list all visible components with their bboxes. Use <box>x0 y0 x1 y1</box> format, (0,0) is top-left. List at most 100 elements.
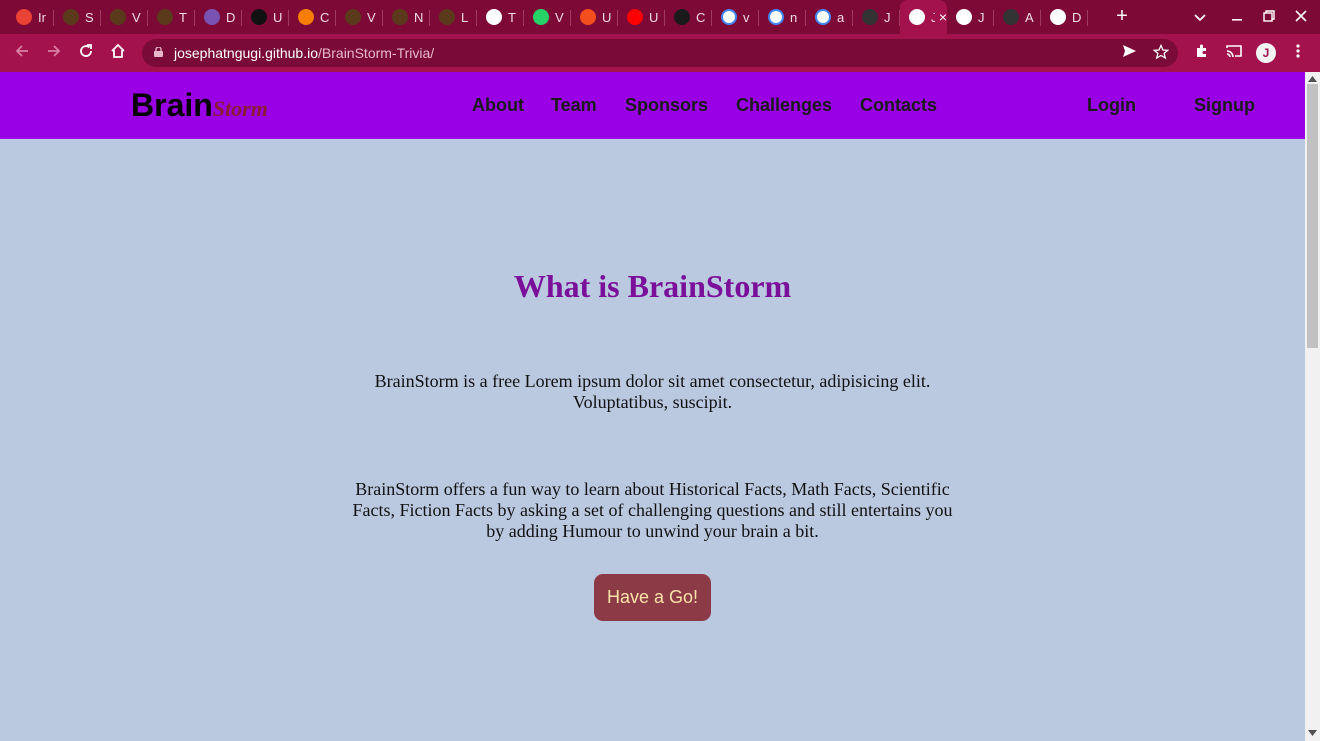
tab-title: J <box>978 9 985 25</box>
tab-title: T <box>179 9 187 25</box>
nav-challenges[interactable]: Challenges <box>736 95 832 116</box>
site-logo[interactable]: BrainStorm <box>131 87 268 124</box>
tab-title: C <box>320 9 330 25</box>
browser-tab[interactable]: V <box>336 2 383 32</box>
browser-tab[interactable]: U <box>571 2 618 32</box>
google-icon <box>721 9 737 25</box>
forward-icon[interactable] <box>43 42 65 64</box>
logo-accent-text: Storm <box>212 96 268 121</box>
nav-about[interactable]: About <box>472 95 524 116</box>
browser-tab[interactable]: D <box>1041 2 1088 32</box>
menu-kebab-icon[interactable] <box>1288 43 1308 63</box>
tab-search-icon[interactable] <box>1188 6 1212 28</box>
browser-tab[interactable]: C <box>665 2 712 32</box>
browser-tab[interactable]: U <box>242 2 289 32</box>
browser-tab[interactable]: T <box>477 2 524 32</box>
figma-icon <box>580 9 596 25</box>
tab-title: U <box>602 9 612 25</box>
browser-tab[interactable]: J × <box>900 0 947 34</box>
plant-icon <box>157 9 173 25</box>
tab-title: J <box>884 9 891 25</box>
browser-tab[interactable]: D <box>195 2 242 32</box>
browser-tab[interactable]: N <box>383 2 430 32</box>
browser-tab[interactable]: v <box>712 2 759 32</box>
browser-tab[interactable]: J <box>853 2 900 32</box>
browser-tab[interactable]: J <box>947 2 994 32</box>
browser-tab[interactable]: V <box>101 2 148 32</box>
cast-icon[interactable] <box>1224 43 1244 63</box>
tab-title: V <box>367 9 376 25</box>
page-scrollbar[interactable] <box>1305 72 1320 741</box>
have-a-go-button[interactable]: Have a Go! <box>594 574 711 621</box>
intro-paragraph: BrainStorm is a free Lorem ipsum dolor s… <box>374 371 931 412</box>
address-bar[interactable]: josephatngugi.github.io/BrainStorm-Trivi… <box>142 39 1178 67</box>
plant-icon <box>63 9 79 25</box>
browser-tab[interactable]: U <box>618 2 665 32</box>
gmail-icon <box>16 9 32 25</box>
browser-tab[interactable]: T <box>148 2 195 32</box>
globe-icon <box>956 9 972 25</box>
browser-tab[interactable]: n <box>759 2 806 32</box>
restore-icon[interactable] <box>1257 6 1281 28</box>
wordpress-icon <box>674 9 690 25</box>
minimize-icon[interactable] <box>1225 6 1249 28</box>
reload-icon[interactable] <box>75 42 97 64</box>
browser-tab[interactable]: Ir <box>7 2 54 32</box>
tab-title: v <box>743 9 750 25</box>
back-icon[interactable] <box>11 42 33 64</box>
tab-title: T <box>508 9 516 25</box>
nav-contacts[interactable]: Contacts <box>860 95 937 116</box>
hero-title: What is BrainStorm <box>513 268 792 304</box>
browser-tab[interactable]: S <box>54 2 101 32</box>
tab-title: S <box>85 9 94 25</box>
home-icon[interactable] <box>107 42 129 64</box>
tab-title: D <box>226 9 236 25</box>
close-window-icon[interactable] <box>1289 6 1313 28</box>
url-text: josephatngugi.github.io/BrainStorm-Trivi… <box>174 45 435 61</box>
tab-title: n <box>790 9 798 25</box>
tab-title: C <box>696 9 706 25</box>
browser-tab[interactable]: V <box>524 2 571 32</box>
browser-tab[interactable]: L <box>430 2 477 32</box>
send-icon[interactable] <box>1120 44 1138 62</box>
codepen-icon <box>251 9 267 25</box>
tab-title: V <box>555 9 564 25</box>
nav-sponsors[interactable]: Sponsors <box>625 95 708 116</box>
scrollbar-thumb[interactable] <box>1307 84 1318 348</box>
tab-close-icon[interactable]: × <box>939 9 947 25</box>
tab-title: A <box>1025 9 1034 25</box>
tab-title: N <box>414 9 424 25</box>
tab-title: D <box>1072 9 1082 25</box>
browser-tab[interactable]: a <box>806 2 853 32</box>
browser-tabstrip: + Ir S V T D U C V N L T V U U Cv n a J J × J A D <box>0 0 1320 34</box>
globe-icon <box>1050 9 1066 25</box>
tab-title: J <box>931 9 935 25</box>
plant-icon <box>439 9 455 25</box>
lock-icon <box>154 47 163 57</box>
tab-title: U <box>649 9 659 25</box>
whatsapp-icon <box>533 9 549 25</box>
browser-tab[interactable]: A <box>994 2 1041 32</box>
scroll-down-icon[interactable] <box>1308 730 1317 736</box>
scroll-up-icon[interactable] <box>1308 76 1317 82</box>
tab-title: V <box>132 9 141 25</box>
github-icon <box>1003 9 1019 25</box>
profile-avatar[interactable]: J <box>1256 43 1276 63</box>
page-viewport: BrainStorm About Team Sponsors Challenge… <box>0 72 1305 741</box>
bookmark-star-icon[interactable] <box>1152 43 1170 62</box>
plant-icon <box>110 9 126 25</box>
nav-login[interactable]: Login <box>1087 95 1136 116</box>
browser-tab[interactable]: C <box>289 2 336 32</box>
extensions-icon[interactable] <box>1192 43 1212 63</box>
tab-title: U <box>273 9 283 25</box>
tab-title: L <box>461 9 469 25</box>
nav-team[interactable]: Team <box>551 95 597 116</box>
nav-signup[interactable]: Signup <box>1194 95 1255 116</box>
globe-icon <box>909 9 925 25</box>
bootstrap-icon <box>204 9 220 25</box>
new-tab-button[interactable]: + <box>1112 6 1132 26</box>
tab-title: Ir <box>38 9 46 25</box>
logo-main-text: Brain <box>131 87 213 123</box>
google-icon <box>815 9 831 25</box>
plant-icon <box>345 9 361 25</box>
